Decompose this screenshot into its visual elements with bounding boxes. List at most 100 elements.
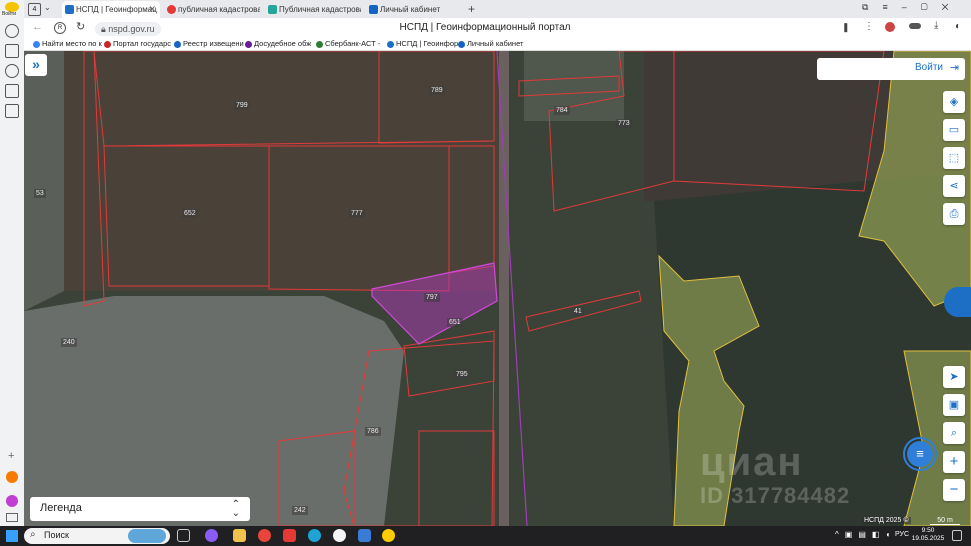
legend-dropdown[interactable]: Легенда ⌃ ⌄ bbox=[30, 497, 250, 521]
parcel-label[interactable]: 652 bbox=[182, 209, 198, 218]
bookmark-item[interactable]: Реестр извещени bbox=[173, 38, 244, 50]
parcel-label[interactable]: 240 bbox=[61, 338, 77, 347]
clock-date: 19.05.2025 bbox=[911, 535, 945, 542]
bookmark-icon[interactable]: ❚ bbox=[842, 22, 850, 33]
rail-login-label[interactable]: Войти bbox=[2, 11, 16, 17]
page-title: НСПД | Геоинформационный портал bbox=[399, 22, 571, 33]
play-icon[interactable] bbox=[5, 64, 19, 78]
yandex-browser-active-icon[interactable] bbox=[333, 529, 346, 542]
parcel-label[interactable]: 242 bbox=[292, 506, 308, 515]
extension-icon[interactable] bbox=[885, 22, 895, 32]
file-explorer-icon[interactable] bbox=[233, 529, 246, 542]
tab-personal-cabinet[interactable]: Личный кабинет bbox=[366, 1, 462, 18]
parcel-label[interactable]: 777 bbox=[349, 209, 365, 218]
notifications-icon[interactable] bbox=[952, 530, 962, 541]
back-icon[interactable]: ← bbox=[32, 21, 43, 33]
app-alice-icon[interactable] bbox=[6, 495, 18, 507]
url-field[interactable]: 🔒︎ nspd.gov.ru bbox=[95, 22, 161, 36]
download-icon[interactable] bbox=[909, 23, 921, 29]
chevron-down-icon[interactable]: ⌄ bbox=[44, 3, 51, 12]
yandex-icon[interactable] bbox=[283, 529, 296, 542]
app-orange-icon[interactable] bbox=[6, 471, 18, 483]
login-arrow-icon: ⇥ bbox=[949, 62, 959, 74]
new-tab-icon[interactable]: + bbox=[468, 2, 475, 16]
watermark: циан bbox=[700, 440, 804, 484]
map-view-icon[interactable]: ▣ bbox=[943, 394, 965, 416]
login-label: Войти bbox=[915, 62, 943, 73]
parcel-label[interactable]: 53 bbox=[34, 189, 46, 198]
parcel-label[interactable]: 799 bbox=[234, 101, 250, 110]
parcel-label[interactable]: 773 bbox=[616, 119, 632, 128]
parcel-label[interactable]: 789 bbox=[429, 86, 445, 95]
expand-panel-button[interactable]: » bbox=[25, 54, 47, 76]
bookmark-item[interactable]: Сбербанк-АСТ - bbox=[315, 38, 380, 50]
parcel-label[interactable]: 41 bbox=[572, 307, 584, 316]
windows-start-icon[interactable] bbox=[6, 530, 18, 542]
bookmark-item[interactable]: Портал государс bbox=[103, 38, 171, 50]
parcel-label[interactable]: 795 bbox=[454, 370, 470, 379]
tab-label: публичная кадастровая к bbox=[178, 5, 260, 14]
bookmark-item[interactable]: Личный кабинет bbox=[457, 38, 523, 50]
chat-bubble-icon[interactable] bbox=[944, 287, 971, 317]
bookmark-label: Портал государс bbox=[113, 39, 172, 48]
bookmark-item[interactable]: НСПД | Геоинфор bbox=[386, 38, 458, 50]
parcel-label[interactable]: 651 bbox=[447, 318, 463, 327]
share-icon[interactable]: ⋖ bbox=[943, 175, 965, 197]
bookmark-item[interactable]: Досудебное обж bbox=[244, 38, 311, 50]
print-icon[interactable]: ⎙ bbox=[943, 203, 965, 225]
downloads-icon[interactable]: ⤓ bbox=[934, 20, 938, 31]
menu-icon[interactable]: ≡ bbox=[882, 2, 901, 12]
reload-icon[interactable]: ↻ bbox=[76, 20, 85, 33]
tab-counter[interactable]: 4 bbox=[28, 3, 41, 16]
taskbar-clock[interactable]: 9:50 19.05.2025 bbox=[911, 527, 945, 543]
tray-icons[interactable]: ^▣▤◧◖ bbox=[835, 530, 896, 539]
nspd-icon bbox=[387, 41, 394, 48]
tab-nspd[interactable]: НСПД | Геоинформац ✕ bbox=[62, 1, 160, 18]
add-icon[interactable]: + bbox=[8, 450, 14, 462]
chrome-icon[interactable] bbox=[258, 529, 271, 542]
cadastral-map[interactable]: 799 789 784 773 53 652 777 797 651 41 24… bbox=[24, 51, 971, 526]
profile-icon[interactable]: ◐ bbox=[955, 21, 961, 32]
restore-icon[interactable]: ▢ bbox=[921, 2, 942, 12]
more-icon[interactable]: ⋮ bbox=[864, 21, 874, 32]
support-chat-icon[interactable]: ≡ bbox=[907, 441, 933, 467]
close-window-icon[interactable]: ✕ bbox=[942, 2, 963, 12]
road bbox=[499, 51, 509, 526]
history-icon[interactable] bbox=[5, 24, 19, 38]
edge-icon[interactable] bbox=[308, 529, 321, 542]
sidebar-toggle-icon[interactable] bbox=[6, 513, 18, 522]
close-tab-icon[interactable]: ✕ bbox=[148, 1, 156, 18]
login-button[interactable]: Войти ⇥ bbox=[817, 58, 965, 80]
language-indicator[interactable]: РУС bbox=[895, 531, 909, 538]
zoom-in-icon[interactable]: + bbox=[943, 451, 965, 473]
reader-mode-icon[interactable]: R bbox=[54, 22, 66, 34]
bookmark-label: Сбербанк-АСТ - bbox=[325, 39, 381, 48]
task-view-icon[interactable] bbox=[177, 529, 190, 542]
screenshot-icon[interactable] bbox=[5, 104, 19, 118]
select-area-icon[interactable]: ⬚ bbox=[943, 147, 965, 169]
tabs-search-icon[interactable]: ⧉ bbox=[862, 2, 882, 12]
registry-icon bbox=[174, 41, 181, 48]
tab-public-cadastral-1[interactable]: публичная кадастровая к bbox=[164, 1, 260, 18]
yandex-music-icon[interactable] bbox=[382, 529, 395, 542]
layers-icon[interactable]: ◈ bbox=[943, 91, 965, 113]
parcel-label[interactable]: 784 bbox=[554, 106, 570, 115]
zoom-out-icon[interactable]: − bbox=[943, 479, 965, 501]
tab-public-cadastral-2[interactable]: Публичная кадастровая к bbox=[265, 1, 361, 18]
minimize-icon[interactable]: – bbox=[902, 2, 921, 12]
nspd-favicon-icon bbox=[65, 5, 74, 14]
bookmark-item[interactable]: Найти место по к bbox=[32, 38, 102, 50]
collections-icon[interactable] bbox=[5, 44, 19, 58]
search-map-icon[interactable]: ⌕ bbox=[943, 422, 965, 444]
ruler-icon[interactable]: ▭ bbox=[943, 119, 965, 141]
search-highlight-image bbox=[128, 529, 166, 543]
remote-desktop-icon[interactable] bbox=[358, 529, 371, 542]
map-scale: 50 m bbox=[930, 517, 960, 525]
parcel-label[interactable]: 786 bbox=[365, 427, 381, 436]
yandex-browser-icon[interactable] bbox=[205, 529, 218, 542]
locate-icon[interactable]: ➤ bbox=[943, 366, 965, 388]
app-4-icon[interactable] bbox=[5, 84, 19, 98]
parcel-label[interactable]: 797 bbox=[424, 293, 440, 302]
map-canvas[interactable] bbox=[24, 51, 971, 526]
taskbar-search[interactable]: ⌕ Поиск bbox=[24, 528, 170, 544]
